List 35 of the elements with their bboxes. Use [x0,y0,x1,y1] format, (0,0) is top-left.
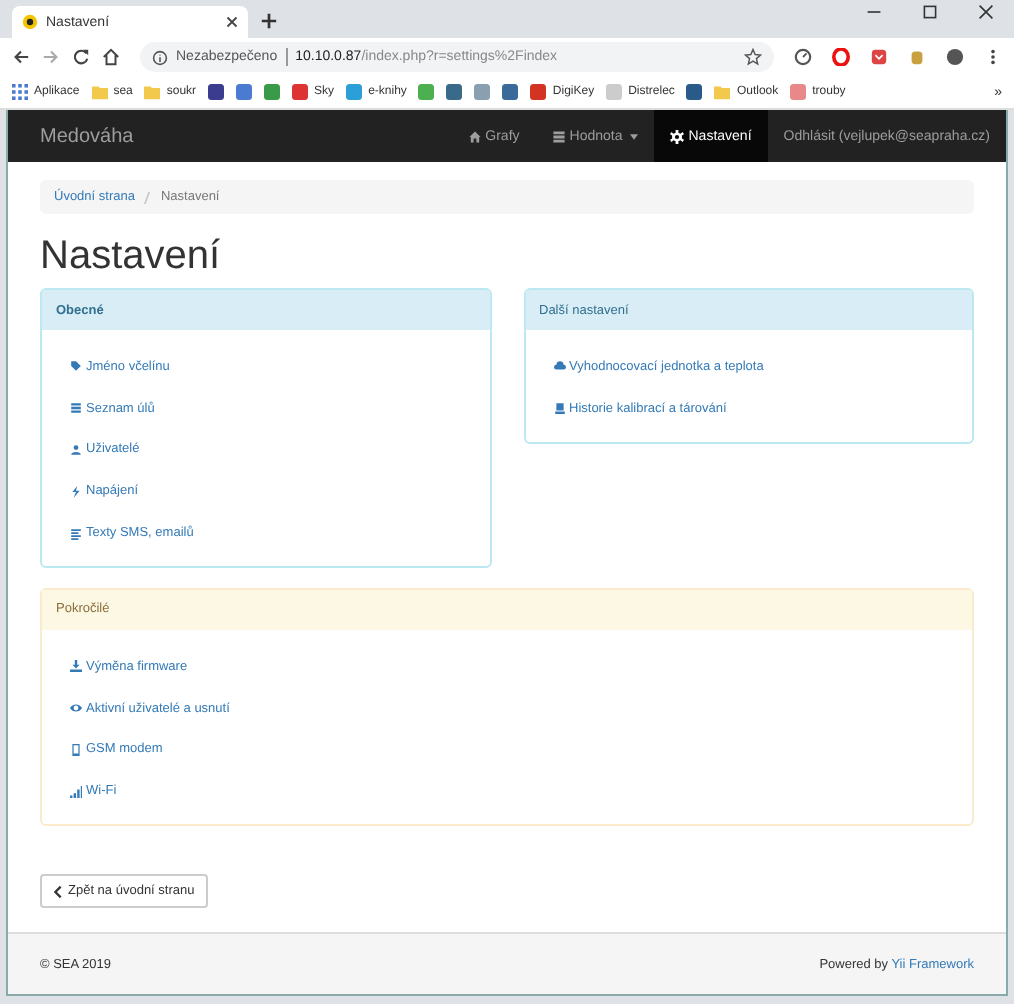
back-arrow-icon[interactable] [12,48,30,66]
site-icon[interactable] [208,84,225,100]
favicon-icon [22,14,38,30]
site-icon[interactable] [686,84,703,100]
eye-icon [70,702,82,715]
site-icon[interactable] [502,84,519,100]
gear-icon [670,129,685,143]
pocket-icon[interactable] [870,48,888,66]
book-icon [553,402,565,415]
home-icon [467,129,482,143]
close-icon[interactable] [978,4,994,20]
page-heading: Nastavení [40,234,223,280]
user-icon [70,443,82,456]
download-icon [70,660,82,673]
brand-name[interactable]: Medováha [40,125,134,147]
close-icon[interactable] [226,16,238,28]
list-icon [70,402,82,415]
star-icon[interactable] [744,48,762,66]
avatar-icon[interactable] [946,48,964,66]
gauge-icon[interactable] [794,48,812,66]
signal-icon [70,785,82,798]
list-icon [551,129,566,143]
new-tab-icon[interactable] [260,12,278,30]
lightning-icon [70,485,82,498]
text-lines-icon [70,527,82,540]
home-icon[interactable] [102,48,120,66]
reload-icon[interactable] [72,48,90,66]
phone-icon [70,743,82,756]
maximize-icon[interactable] [922,4,938,20]
site-icon[interactable] [236,84,253,100]
cloud-icon [553,360,565,373]
info-icon [152,49,168,65]
tag-icon [70,360,82,373]
site-icon[interactable] [446,84,463,100]
chevron-left-icon [54,885,62,898]
